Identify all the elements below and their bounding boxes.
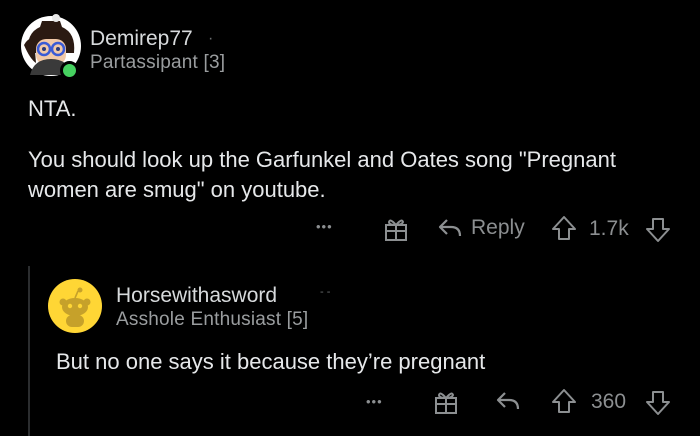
upvote-button[interactable] (551, 388, 577, 414)
snoo-avatar-icon (48, 279, 102, 333)
award-button[interactable] (434, 389, 458, 415)
upvote-arrow-icon (552, 389, 576, 413)
avatar[interactable] (48, 279, 102, 333)
thread-line[interactable] (28, 266, 30, 436)
more-options-button[interactable]: ••• (316, 219, 333, 234)
comment-text-paragraph: You should look up the Garfunkel and Oat… (28, 147, 616, 202)
reply-button[interactable] (495, 390, 521, 412)
vote-score: 1.7k (589, 217, 629, 240)
comment-text-line-1: NTA. (28, 96, 77, 121)
gift-icon (385, 219, 407, 241)
reply-label: Reply (471, 216, 525, 239)
avatar[interactable] (20, 13, 82, 80)
comment-author[interactable]: Horsewithasword (116, 284, 277, 308)
downvote-button[interactable] (645, 217, 671, 243)
more-options-button[interactable]: ••• (366, 394, 383, 409)
gift-icon (435, 392, 457, 414)
meta-separator: - - (320, 286, 331, 298)
comment-text: But no one says it because they’re pregn… (56, 349, 486, 374)
reply-arrow-icon (438, 219, 462, 237)
upvote-arrow-icon (552, 216, 576, 240)
downvote-button[interactable] (645, 390, 671, 416)
online-status-dot (60, 61, 79, 80)
reply-button[interactable]: Reply (437, 216, 525, 240)
reply-arrow-icon (496, 392, 520, 410)
meta-separator: · (208, 30, 214, 47)
downvote-arrow-icon (646, 218, 670, 242)
award-button[interactable] (384, 216, 408, 242)
downvote-arrow-icon (646, 391, 670, 415)
user-flair: Asshole Enthusiast [5] (116, 309, 309, 330)
user-flair: Partassipant [3] (90, 52, 226, 73)
vote-score: 360 (591, 390, 627, 413)
upvote-button[interactable] (551, 215, 577, 241)
comment-author[interactable]: Demirep77 (90, 27, 193, 51)
